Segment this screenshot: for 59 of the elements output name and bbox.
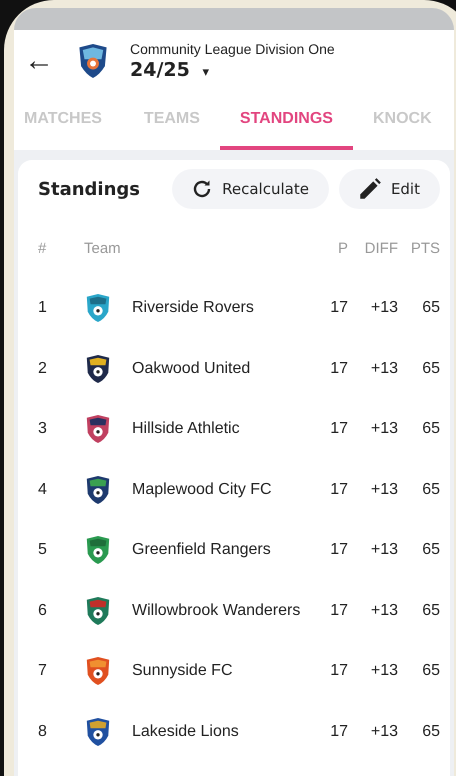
team-name: Oakwood United	[132, 360, 250, 378]
diff-cell-text: +13	[370, 480, 398, 499]
team-name: Lakeside Lions	[132, 722, 239, 741]
played-cell-text: 17	[329, 602, 348, 620]
diff-cell-text: +13	[370, 420, 398, 438]
rank-cell-text: 3	[38, 420, 48, 438]
played-cell-text: 17	[329, 662, 348, 680]
points-cell-text: 65	[421, 662, 440, 680]
points-cell-text: 65	[421, 299, 440, 318]
team-name: Willowbrook Wanderers	[132, 602, 300, 620]
column-header: Team	[84, 240, 122, 256]
column-header: DIFF	[364, 240, 398, 256]
team-crest-icon	[84, 414, 112, 444]
column-header: P	[336, 240, 348, 256]
team-name: Maplewood City FC	[132, 480, 272, 499]
team-crest-icon	[84, 716, 112, 747]
played-cell-text: 17	[329, 299, 348, 318]
points-cell-text: 65	[421, 360, 440, 378]
card-title: Standings	[38, 178, 140, 200]
team-name: Greenfield Rangers	[132, 541, 271, 560]
played-cell-text: 17	[329, 360, 348, 378]
team-crest-icon	[84, 535, 112, 566]
team-crest-icon	[84, 474, 112, 505]
points-cell-text: 65	[421, 602, 440, 620]
played-cell-text: 17	[329, 541, 348, 560]
team-name: Sunnyside FC	[132, 662, 232, 680]
column-header: PTS	[410, 240, 440, 256]
rank-cell-text: 1	[38, 299, 48, 318]
points-cell-text: 65	[421, 722, 440, 741]
team-crest-icon	[84, 354, 112, 384]
team-name: Hillside Athletic	[132, 420, 240, 438]
played-cell-text: 17	[329, 722, 348, 741]
diff-cell-text: +13	[370, 541, 398, 560]
league-name: Community League Division One	[130, 41, 335, 57]
rank-cell-text: 6	[38, 602, 48, 620]
edit-button[interactable]: Edit	[338, 169, 440, 209]
rank-cell-text: 4	[38, 480, 48, 499]
team-name: Riverside Rovers	[132, 299, 254, 318]
played-cell-text: 17	[329, 420, 348, 438]
diff-cell-text: +13	[370, 602, 398, 620]
diff-cell-text: +13	[370, 299, 398, 318]
played-cell-text: 17	[329, 480, 348, 499]
rank-cell-text: 8	[38, 722, 48, 741]
diff-cell-text: +13	[370, 662, 398, 680]
season-dropdown[interactable]: 24/25 ▾	[130, 57, 335, 81]
back-button[interactable]: ←	[24, 46, 76, 76]
team-crest-icon	[84, 596, 112, 626]
points-cell-text: 65	[421, 480, 440, 499]
team-crest-icon	[84, 656, 112, 686]
rank-cell-text: 2	[38, 360, 48, 378]
team-crest-icon	[84, 293, 112, 324]
points-cell-text: 65	[421, 420, 440, 438]
diff-cell-text: +13	[370, 360, 398, 378]
recalculate-button[interactable]: Recalculate	[172, 169, 329, 209]
column-header: #	[38, 240, 48, 256]
points-cell-text: 65	[421, 541, 440, 560]
diff-cell-text: +13	[370, 722, 398, 741]
rank-cell-text: 5	[38, 541, 48, 560]
rank-cell-text: 7	[38, 662, 48, 680]
